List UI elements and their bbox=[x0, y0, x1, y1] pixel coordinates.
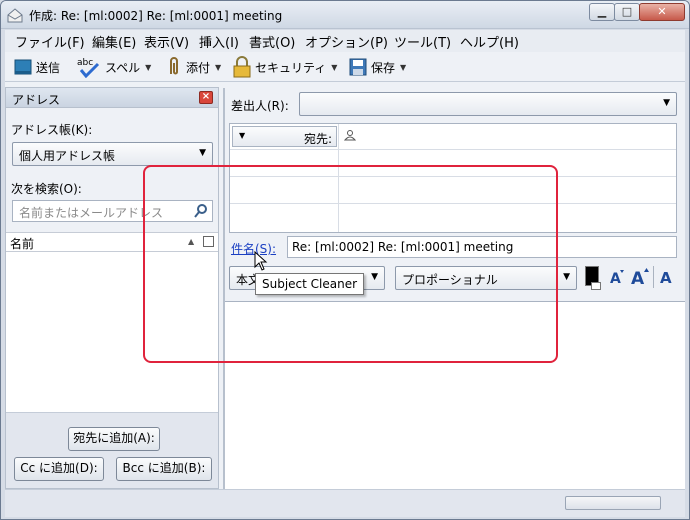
add-bcc-button[interactable]: Bcc に追加(B): bbox=[116, 457, 212, 481]
menu-help[interactable]: ヘルプ(H) bbox=[460, 32, 519, 51]
menu-format[interactable]: 書式(O) bbox=[249, 32, 295, 51]
security-label: セキュリティ bbox=[255, 60, 327, 75]
chevron-down-icon: ▼ bbox=[663, 98, 670, 108]
close-window-button[interactable]: ✕ bbox=[639, 3, 685, 21]
send-button[interactable]: 送信 bbox=[13, 56, 60, 78]
menu-file[interactable]: ファイル(F) bbox=[15, 32, 85, 51]
title-bar[interactable]: 作成: Re: [ml:0002] Re: [ml:0001] meeting … bbox=[1, 1, 689, 29]
paperclip-icon bbox=[170, 57, 178, 75]
attach-dropdown-icon[interactable]: ▼ bbox=[215, 63, 221, 72]
compose-app-icon bbox=[7, 8, 23, 23]
svg-text:A: A bbox=[610, 271, 621, 287]
address-sidebar-header: アドレス × bbox=[6, 88, 218, 108]
status-bar bbox=[5, 489, 685, 517]
background-color-swatch[interactable] bbox=[591, 282, 601, 290]
font-smaller-icon[interactable]: A bbox=[609, 267, 625, 287]
menu-options[interactable]: オプション(P) bbox=[305, 32, 388, 51]
save-button[interactable]: 保存 ▼ bbox=[348, 56, 406, 78]
font-larger-icon[interactable]: A bbox=[630, 266, 650, 288]
toolbar-separator bbox=[653, 266, 654, 288]
menu-insert[interactable]: 挿入(I) bbox=[199, 32, 239, 51]
spell-button[interactable]: abc スペル ▼ bbox=[76, 56, 151, 78]
spell-dropdown-icon[interactable]: ▼ bbox=[145, 63, 151, 72]
minimize-button[interactable]: ▁ bbox=[589, 3, 615, 21]
security-button[interactable]: セキュリティ ▼ bbox=[232, 56, 337, 78]
menu-tools[interactable]: ツール(T) bbox=[394, 32, 451, 51]
address-buttons-area: 宛先に追加(A): Cc に追加(D): Bcc に追加(B): bbox=[6, 412, 218, 488]
floppy-save-icon bbox=[349, 58, 367, 76]
spell-label: スペル bbox=[105, 60, 141, 75]
row-divider bbox=[230, 149, 676, 150]
add-to-button[interactable]: 宛先に追加(A): bbox=[68, 427, 160, 451]
contact-person-icon bbox=[344, 130, 356, 141]
from-label: 差出人(R): bbox=[231, 99, 289, 113]
annotation-highlight-box bbox=[143, 165, 558, 363]
column-name-header[interactable]: 名前 bbox=[10, 235, 34, 252]
attach-button[interactable]: 添付 ▼ bbox=[165, 56, 221, 78]
status-progress-bar bbox=[565, 496, 661, 510]
lock-icon bbox=[233, 56, 251, 78]
text-style-icon[interactable]: A bbox=[659, 266, 675, 288]
svg-text:A: A bbox=[660, 269, 672, 287]
attach-label: 添付 bbox=[186, 60, 211, 75]
svg-text:A: A bbox=[631, 269, 645, 288]
add-cc-button[interactable]: Cc に追加(D): bbox=[14, 457, 104, 481]
compose-window: 作成: Re: [ml:0002] Re: [ml:0001] meeting … bbox=[0, 0, 690, 520]
search-placeholder: 名前またはメールアドレス bbox=[19, 206, 164, 220]
send-icon bbox=[14, 59, 32, 75]
address-sidebar-title: アドレス bbox=[12, 93, 61, 107]
toolbar: 送信 abc スペル ▼ 添付 ▼ セキュリティ ▼ 保存 ▼ bbox=[5, 52, 685, 82]
address-book-select[interactable]: 個人用アドレス帳 ▼ bbox=[12, 142, 213, 166]
chevron-down-icon: ▼ bbox=[563, 272, 570, 282]
menu-edit[interactable]: 編集(E) bbox=[92, 32, 136, 51]
window-title: 作成: Re: [ml:0002] Re: [ml:0001] meeting bbox=[29, 9, 283, 23]
chevron-down-icon: ▼ bbox=[239, 131, 246, 140]
maximize-button[interactable]: □ bbox=[614, 3, 640, 21]
address-book-value: 個人用アドレス帳 bbox=[19, 149, 116, 163]
menu-view[interactable]: 表示(V) bbox=[144, 32, 189, 51]
recipient-type-select[interactable]: ▼ 宛先: bbox=[232, 126, 337, 147]
spellcheck-abc: abc bbox=[77, 58, 93, 68]
menu-bar: ファイル(F) 編集(E) 表示(V) 挿入(I) 書式(O) オプション(P)… bbox=[5, 30, 685, 52]
save-label: 保存 bbox=[371, 60, 396, 75]
address-book-label: アドレス帳(K): bbox=[11, 123, 93, 137]
spellcheck-icon: abc bbox=[77, 58, 100, 78]
save-dropdown-icon[interactable]: ▼ bbox=[400, 63, 406, 72]
search-label: 次を検索(O): bbox=[11, 182, 82, 196]
from-select[interactable]: ▼ bbox=[299, 92, 677, 116]
security-dropdown-icon[interactable]: ▼ bbox=[331, 63, 337, 72]
send-label: 送信 bbox=[36, 60, 61, 75]
chevron-down-icon: ▼ bbox=[199, 148, 206, 158]
recipient-type-value: 宛先: bbox=[303, 132, 332, 146]
close-sidebar-icon[interactable]: × bbox=[199, 91, 213, 104]
